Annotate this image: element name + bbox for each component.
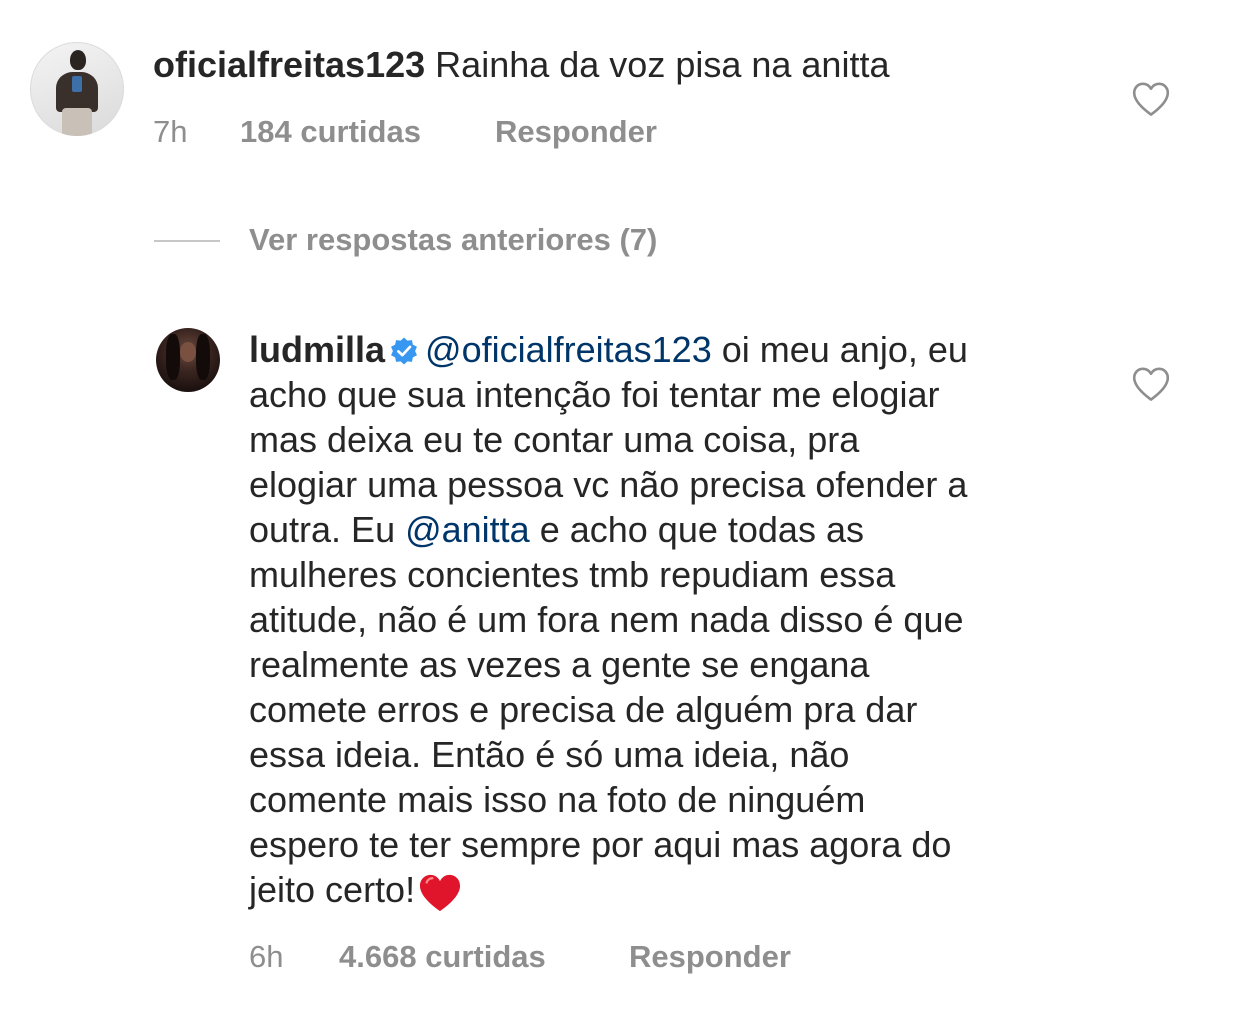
- comment-2-body: ludmilla @oficialfreitas123 oi meu anjo, …: [249, 327, 1089, 912]
- comment-2-like-heart-icon[interactable]: [1131, 366, 1171, 402]
- comment-1-reply-button[interactable]: Responder: [495, 112, 657, 152]
- avatar-figure-phone: [72, 76, 82, 92]
- avatar-oficialfreitas123[interactable]: [30, 42, 124, 136]
- comment-1-like-heart-icon[interactable]: [1131, 81, 1171, 117]
- comment-2-reply-button[interactable]: Responder: [629, 937, 791, 977]
- comment-2-line: atitude, não é um fora nem nada disso é …: [249, 599, 964, 640]
- comment-2-username[interactable]: ludmilla: [249, 329, 385, 370]
- comment-2-line: ludmilla @oficialfreitas123 oi meu anjo, …: [249, 327, 1089, 372]
- comment-1-text: Rainha da voz pisa na anitta: [435, 44, 890, 85]
- comment-2-line: acho que sua intenção foi tentar me elog…: [249, 374, 940, 415]
- comment-2-line: comete erros e precisa de alguém pra dar: [249, 689, 918, 730]
- comment-1-text-line: oficialfreitas123 Rainha da voz pisa na …: [153, 42, 889, 88]
- comment-2-line: realmente as vezes a gente se engana: [249, 644, 870, 685]
- comment-2-text-segment: jeito certo!: [249, 869, 416, 910]
- avatar-figure-head: [70, 50, 86, 70]
- comment-2-likes[interactable]: 4.668 curtidas: [339, 937, 546, 977]
- comment-2-line: essa ideia. Então é só uma ideia, não: [249, 734, 850, 775]
- comment-1-time: 7h: [153, 114, 188, 149]
- comment-2-text-segment: e acho que todas as: [529, 509, 864, 550]
- mention-anitta[interactable]: @anitta: [405, 509, 530, 550]
- avatar-face: [180, 342, 196, 362]
- comment-2-line: elogiar uma pessoa vc não precisa ofende…: [249, 464, 968, 505]
- comment-1-meta: 7h 184 curtidas Responder: [153, 112, 753, 152]
- mention-oficialfreitas123[interactable]: @oficialfreitas123: [425, 329, 712, 370]
- avatar-ludmilla[interactable]: [156, 328, 220, 392]
- avatar-hair-right: [196, 334, 210, 380]
- comment-2-text-segment: outra. Eu: [249, 509, 406, 550]
- verified-badge-icon: [391, 337, 418, 365]
- avatar-hair-left: [166, 334, 180, 380]
- comment-2-meta: 6h 4.668 curtidas Responder: [249, 937, 849, 977]
- comment-1-likes[interactable]: 184 curtidas: [240, 112, 421, 152]
- comment-2-line: jeito certo!: [249, 867, 1089, 912]
- avatar-figure-legs: [62, 108, 92, 136]
- comment-2-line: mas deixa eu te contar uma coisa, pra: [249, 419, 860, 460]
- red-heart-emoji-icon: [420, 874, 461, 912]
- view-previous-replies-button[interactable]: Ver respostas anteriores (7): [249, 220, 657, 260]
- comment-2-line: comente mais isso na foto de ninguém: [249, 779, 866, 820]
- replies-divider-line: [154, 240, 220, 242]
- comment-2-line: outra. Eu @anitta e acho que todas as: [249, 507, 1089, 552]
- comment-2-line: espero te ter sempre por aqui mas agora …: [249, 824, 952, 865]
- comment-2-text-segment: oi meu anjo, eu: [711, 329, 968, 370]
- comment-2-line: mulheres concientes tmb repudiam essa: [249, 554, 896, 595]
- comment-2-time: 6h: [249, 939, 284, 974]
- comment-1-username[interactable]: oficialfreitas123: [153, 44, 425, 85]
